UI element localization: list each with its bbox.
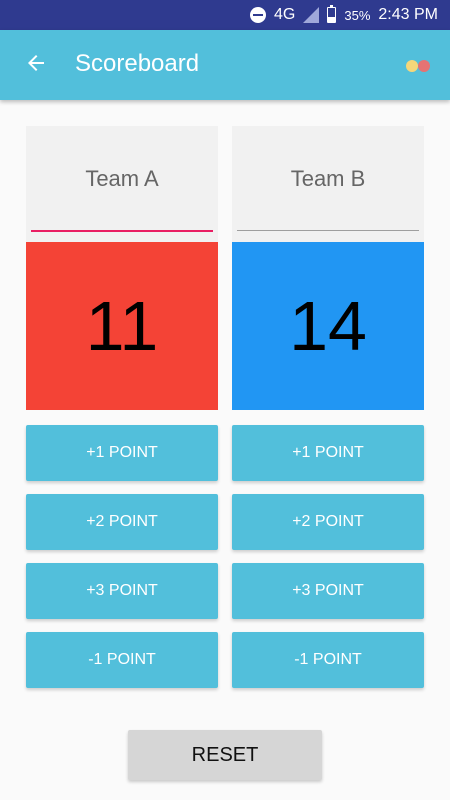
status-bar: 4G 35% 2:43 PM <box>0 0 450 30</box>
team-a-plus-2-button[interactable]: +2 POINT <box>26 494 218 550</box>
team-b-plus-1-button[interactable]: +1 POINT <box>232 425 424 481</box>
team-a-plus-3-button[interactable]: +3 POINT <box>26 563 218 619</box>
signal-icon <box>303 7 320 23</box>
team-a-plus-1-button[interactable]: +1 POINT <box>26 425 218 481</box>
team-a-panel: 11 <box>26 126 218 410</box>
reset-button[interactable]: RESET <box>128 730 322 780</box>
team-b-name-input[interactable] <box>237 156 419 202</box>
team-b-plus-2-button[interactable]: +2 POINT <box>232 494 424 550</box>
team-b-name-underline <box>237 230 419 231</box>
network-type: 4G <box>274 6 296 23</box>
team-a-name-input[interactable] <box>31 156 213 202</box>
clock: 2:43 PM <box>378 6 438 23</box>
battery-icon <box>327 5 337 23</box>
team-a-name-underline <box>31 230 213 232</box>
app-logo-icon <box>406 59 434 73</box>
do-not-disturb-icon <box>250 7 267 23</box>
page-title: Scoreboard <box>75 50 200 77</box>
team-b-name-box <box>232 126 424 242</box>
arrow-left-icon <box>24 51 48 80</box>
team-b-minus-1-button[interactable]: -1 POINT <box>232 632 424 688</box>
back-button[interactable] <box>18 47 54 83</box>
battery-percent: 35% <box>344 7 371 23</box>
team-a-score: 11 <box>26 242 218 410</box>
app-bar: Scoreboard <box>0 30 450 100</box>
team-b-score: 14 <box>232 242 424 410</box>
team-a-name-box <box>26 126 218 242</box>
team-b-plus-3-button[interactable]: +3 POINT <box>232 563 424 619</box>
team-a-minus-1-button[interactable]: -1 POINT <box>26 632 218 688</box>
team-b-panel: 14 <box>232 126 424 410</box>
